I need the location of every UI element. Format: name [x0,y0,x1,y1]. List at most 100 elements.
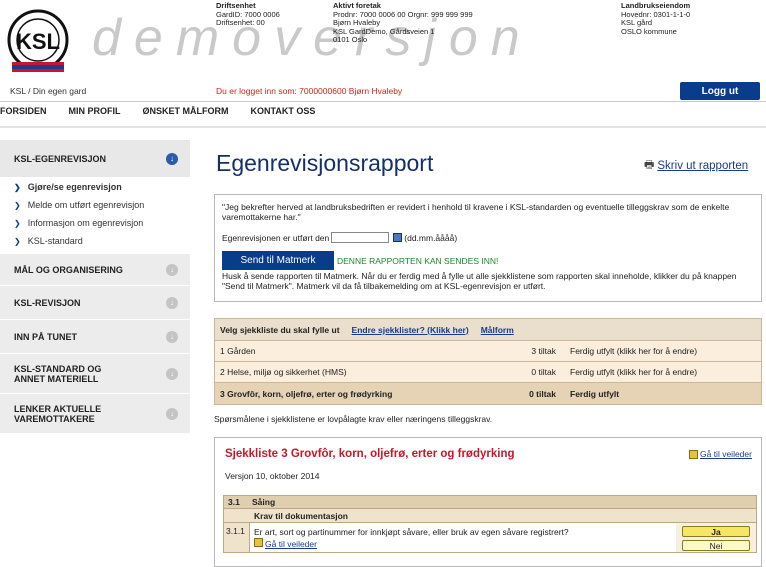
chevron-down-icon: ↓ [166,296,178,309]
checklist-table: Velg sjekkliste du skal fylle ut Endre s… [214,318,762,405]
checklist-version: Versjon 10, oktober 2014 [225,471,320,481]
table-row[interactable]: 1 Gården 3 tiltak Ferdig utfylt (klikk h… [215,341,761,362]
subheader-row: Krav til dokumentasjon [223,509,757,523]
checklist-status: Ferdig utfylt [570,388,620,399]
sidebar-section-mal[interactable]: MÅL OG ORGANISERING ↓ [0,254,190,286]
sidebar-section-egenrevisjon[interactable]: KSL-EGENREVISJON ↓ [0,140,190,178]
guide-link[interactable]: Gå til veileder [689,449,752,459]
guide-link-label[interactable]: Gå til veileder [700,449,752,459]
table-header: Velg sjekkliste du skal fylle ut Endre s… [215,319,761,341]
nav-forsiden[interactable]: FORSIDEN [0,106,47,116]
sidebar-section-label: KSL-REVISJON [14,297,81,308]
sidebar-section-label: KSL-STANDARD OG ANNET MATERIELL [14,363,102,384]
sidebar: KSL-EGENREVISJON ↓ ❯ Gjøre/se egenrevisjo… [0,140,190,434]
checklist-panel: Sjekkliste 3 Grovfôr, korn, oljefrø, ert… [214,437,762,567]
checklist-count: 0 tiltak [531,367,556,377]
sidebar-section-label: KSL-EGENREVISJON [14,153,107,164]
sidebar-item-label: KSL-standard [27,236,83,246]
logged-in-status: Du er logget inn som: 7000000600 Bjørn H… [216,86,403,96]
nav-min-profil[interactable]: MIN PROFIL [69,106,121,116]
sidebar-section-label: LENKER AKTUELLE VAREMOTTAKERE [14,403,102,424]
chevron-down-icon: ↓ [166,407,178,420]
driftsenhet-info: Driftsenhet GardID: 7000 0006 Driftsenhe… [216,1,280,28]
sidebar-item-informasjon[interactable]: ❯ Informasjon om egenrevisjon [0,214,190,232]
divider [0,101,766,102]
chevron-down-icon: ↓ [166,263,178,276]
table-row-selected[interactable]: 3 Grovfôr, korn, oljefrø, erter og frødy… [215,383,761,404]
breadcrumb: KSL / Din egen gard [10,86,87,96]
foretak-line: 0101 Oslo [333,35,368,44]
print-report-link[interactable]: 🖶 Skriv ut rapporten [644,156,748,175]
checklist-count: 0 tiltak [529,388,556,399]
checklist-name: 1 Gården [220,346,256,356]
nav-kontakt[interactable]: KONTAKT OSS [251,106,316,116]
confirm-panel: "Jeg bekrefter herved at landbruksbedrif… [214,194,762,302]
eiendom-info: Landbrukseiendom Hovednr: 0301-1-1-0 KSL… [621,1,690,36]
sidebar-section-label: INN PÅ TUNET [14,331,77,342]
main-nav: FORSIDEN MIN PROFIL ØNSKET MÅLFORM KONTA… [0,106,337,116]
eiendom-line: OSLO kommune [621,26,677,36]
page-title: Egenrevisjonsrapport [216,150,434,176]
confirm-statement: "Jeg bekrefter herved at landbruksbedrif… [222,202,730,222]
arrow-right-icon: ❯ [14,182,21,192]
checklist-count: 3 tiltak [531,346,556,356]
ksl-logo: KSL [7,9,69,72]
printer-icon: 🖶 [644,159,655,171]
question-number: 3.1.1 [224,523,250,552]
nav-malform[interactable]: ØNSKET MÅLFORM [143,106,229,116]
foretak-info: Aktivt foretak Prodnr: 7000 0006 00 Orgn… [333,1,473,45]
chevron-down-icon: ↓ [166,330,178,343]
book-icon [689,449,698,459]
sidebar-item-standard[interactable]: ❯ KSL-standard [0,232,190,250]
checklist-status[interactable]: Ferdig utfylt (klikk her for å endre) [562,367,697,377]
sidebar-section-revisjon[interactable]: KSL-REVISJON ↓ [0,286,190,320]
chevron-down-icon: ↓ [166,152,178,165]
sidebar-item-gjore-se[interactable]: ❯ Gjøre/se egenrevisjon [0,178,190,196]
date-format-hint: (dd.mm.åååå) [404,232,458,243]
question-text-cell: Er art, sort og partinummer for innkjøpt… [250,523,676,552]
section-number: 3.1 [228,497,240,507]
driftsenhet-line: Driftsenhet: 00 [216,18,265,27]
calendar-icon[interactable] [393,233,403,242]
date-row: Egenrevisjonen er utført den (dd.mm.åååå… [222,232,754,243]
change-checklists-link[interactable]: Endre sjekklister? (Klikk her) [352,325,469,335]
svg-text:KSL: KSL [16,29,60,54]
sidebar-item-label: Informasjon om egenrevisjon [27,218,144,228]
logout-button[interactable]: Logg ut [680,82,760,100]
answer-yes-button[interactable]: Ja [682,526,750,537]
question-table: 3.1 Såing Krav til dokumentasjon 3.1.1 E… [223,495,757,553]
book-icon [254,538,263,547]
checklist-name: 2 Helse, miljø og sikkerhet (HMS) [220,367,347,377]
sidebar-section-standard-materiell[interactable]: KSL-STANDARD OG ANNET MATERIELL ↓ [0,354,190,394]
arrow-right-icon: ❯ [14,218,21,228]
question-guide-link[interactable]: Gå til veileder [265,539,317,549]
requirements-note: Spørsmålene i sjekklistene er lovpålagte… [214,414,493,424]
send-hint: Husk å sende rapporten til Matmerk. Når … [222,271,737,291]
answer-cell: Ja Nei [676,523,756,552]
section-label: Såing [252,497,276,507]
date-label: Egenrevisjonen er utført den [222,232,330,243]
date-input[interactable] [331,232,390,243]
sidebar-section-lenker[interactable]: LENKER AKTUELLE VAREMOTTAKERE ↓ [0,394,190,434]
chevron-down-icon: ↓ [166,367,178,380]
table-row[interactable]: 2 Helse, miljø og sikkerhet (HMS) 0 tilt… [215,362,761,383]
answer-no-button[interactable]: Nei [682,540,750,551]
send-to-matmerk-button[interactable]: Send til Matmerk [222,251,334,270]
sidebar-item-label: Melde om utført egenrevisjon [27,200,145,210]
checklist-status[interactable]: Ferdig utfylt (klikk her for å endre) [562,346,697,356]
print-link-label[interactable]: Skriv ut rapporten [657,160,748,172]
checklist-name: 3 Grovfôr, korn, oljefrø, erter og frødy… [220,388,393,399]
malform-link[interactable]: Målform [481,325,514,335]
table-header-label: Velg sjekkliste du skal fylle ut [220,324,340,335]
checklist-title: Sjekkliste 3 Grovfôr, korn, oljefrø, ert… [225,448,515,460]
sidebar-item-label: Gjøre/se egenrevisjon [27,182,122,192]
arrow-right-icon: ❯ [14,236,21,246]
arrow-right-icon: ❯ [14,200,21,210]
send-status: DENNE RAPPORTEN KAN SENDES INN! [337,255,499,266]
question-row: 3.1.1 Er art, sort og partinummer for in… [223,523,757,553]
divider [0,126,766,128]
section-row: 3.1 Såing [223,495,757,509]
question-text: Er art, sort og partinummer for innkjøpt… [254,527,569,537]
sidebar-section-tunet[interactable]: INN PÅ TUNET ↓ [0,320,190,354]
sidebar-item-melde[interactable]: ❯ Melde om utført egenrevisjon [0,196,190,214]
